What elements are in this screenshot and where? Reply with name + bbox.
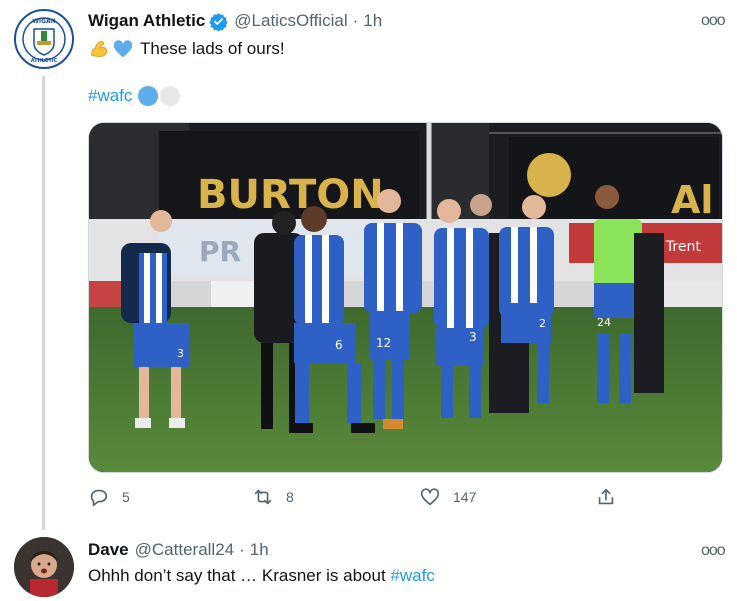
- reply-action[interactable]: 5: [88, 486, 130, 508]
- tweet-text: These lads of ours!: [88, 38, 285, 60]
- player-number-2: 6: [335, 338, 343, 352]
- reply-author-name[interactable]: Dave: [88, 540, 129, 560]
- more-options-icon[interactable]: ooo: [701, 12, 726, 30]
- author-name[interactable]: Wigan Athletic: [88, 11, 205, 31]
- hashtag-link[interactable]: #wafc: [88, 86, 132, 106]
- reply-header: Dave @Catterall24 · 1h: [88, 540, 269, 560]
- club-avatar[interactable]: WIGAN ATHLETIC: [14, 9, 74, 69]
- blue-circle-icon: [138, 86, 159, 106]
- share-action[interactable]: [595, 486, 617, 508]
- reply-time[interactable]: 1h: [250, 540, 269, 560]
- reply-author-handle[interactable]: @Catterall24: [135, 540, 234, 560]
- player-number-5: 2: [539, 317, 546, 330]
- svg-text:WIGAN: WIGAN: [32, 18, 55, 25]
- reply-text: Ohhh don’t say that … Krasner is about #…: [88, 566, 435, 586]
- author-handle[interactable]: @LaticsOfficial: [234, 11, 347, 31]
- blue-heart-icon: [113, 40, 133, 58]
- share-icon: [598, 488, 614, 505]
- player-number-1: 3: [177, 347, 184, 360]
- reply-hashtag-link[interactable]: #wafc: [390, 566, 434, 585]
- like-count: 147: [453, 489, 477, 505]
- separator-dot: ·: [352, 11, 359, 30]
- retweet-action[interactable]: 8: [252, 486, 294, 508]
- board-right-text: Al: [671, 178, 713, 222]
- tweet-actions: 5 8 147: [88, 486, 628, 512]
- reply-count: 5: [122, 489, 130, 505]
- board-left-text: BURTON: [197, 172, 384, 218]
- heart-icon: [420, 488, 440, 506]
- reply-icon: [90, 489, 108, 507]
- flexed-biceps-icon: [91, 40, 108, 57]
- like-action[interactable]: 147: [419, 486, 476, 508]
- tweet-text-content: These lads of ours!: [140, 39, 285, 58]
- reply-separator-dot: ·: [239, 540, 245, 559]
- player-number-3: 12: [376, 336, 391, 350]
- user-avatar[interactable]: [14, 537, 74, 597]
- reply-text-content: Ohhh don’t say that … Krasner is about: [88, 566, 391, 585]
- player-number-6: 24: [597, 316, 611, 329]
- tweet-photo[interactable]: BURTON Al PR on Trent 3 6 12 3 2 24: [88, 122, 723, 473]
- retweet-count: 8: [286, 489, 294, 505]
- reply-more-options-icon[interactable]: ooo: [701, 542, 726, 560]
- retweet-icon: [254, 489, 272, 505]
- verified-badge-icon: [209, 12, 228, 31]
- reply-tweet: Dave @Catterall24 · 1h ooo Ohhh don’t sa…: [0, 530, 737, 601]
- photo-scene: BURTON Al PR on Trent 3 6 12 3 2 24: [89, 123, 722, 472]
- thread-line: [42, 76, 45, 530]
- board-lower-text: PR: [199, 235, 241, 268]
- tweet-header: Wigan Athletic @LaticsOfficial · 1h: [88, 10, 382, 32]
- hashtag-line: #wafc: [88, 86, 181, 106]
- white-circle-icon: [160, 86, 181, 106]
- tweet-time[interactable]: 1h: [363, 11, 382, 31]
- svg-text:ATHLETIC: ATHLETIC: [31, 58, 58, 64]
- player-number-4: 3: [469, 330, 477, 344]
